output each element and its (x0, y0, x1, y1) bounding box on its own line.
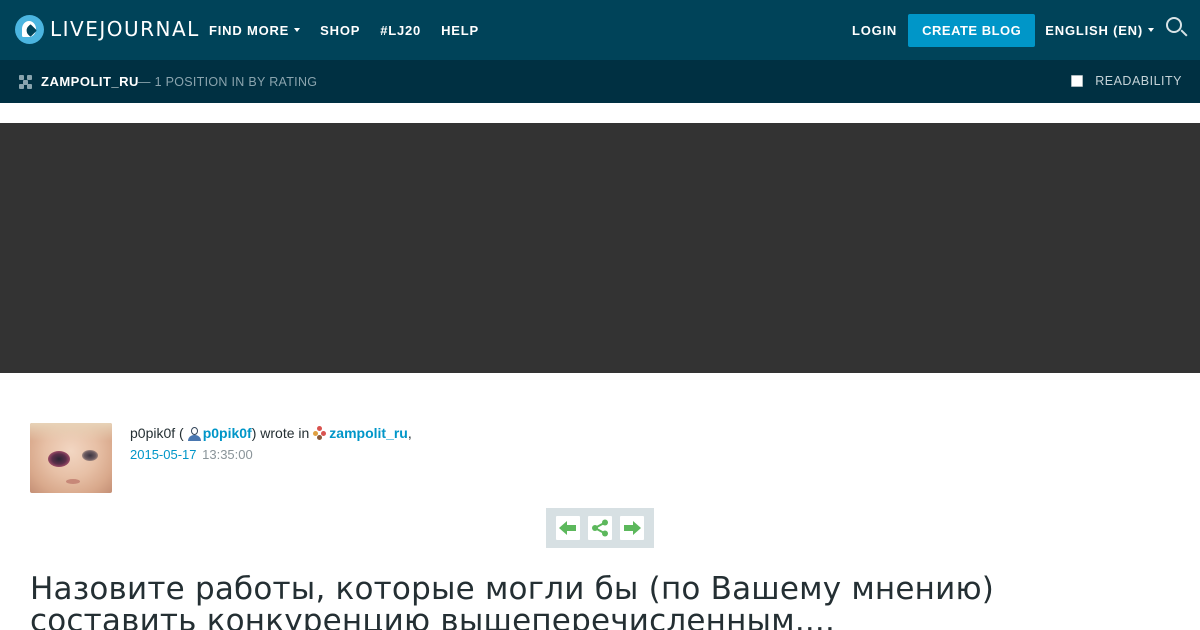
previous-entry-button[interactable] (556, 516, 580, 540)
create-blog-button[interactable]: CREATE BLOG (908, 13, 1036, 47)
nav-find-more-label: FIND MORE (209, 22, 290, 38)
post-time: 13:35:00 (202, 447, 253, 462)
community-link[interactable]: zampolit_ru (329, 425, 408, 441)
livejournal-logo-icon (15, 14, 44, 44)
entry-nav-buttons (546, 508, 654, 548)
nav-help[interactable]: HELP (441, 23, 479, 38)
caret-down-icon (1148, 28, 1154, 32)
readability-label: READABILITY (1095, 74, 1182, 88)
logo-text: LIVEJOURNAL (50, 17, 200, 41)
readability-toggle[interactable]: READABILITY (1071, 74, 1182, 88)
nav-help-label: HELP (441, 22, 479, 38)
nav-lj20-label: #LJ20 (380, 22, 422, 38)
user-icon[interactable] (187, 426, 201, 441)
community-user-icon[interactable] (313, 426, 327, 440)
next-entry-button[interactable] (620, 516, 644, 540)
author-username-link[interactable]: p0pik0f (203, 425, 252, 441)
author-display-name: p0pik0f ( (130, 425, 184, 441)
author-avatar[interactable] (30, 423, 112, 493)
language-selector[interactable]: ENGLISH (EN) (1045, 23, 1154, 38)
community-icon (19, 75, 35, 89)
post-datetime: 2015-05-17 13:35:00 (130, 447, 253, 462)
caret-down-icon (294, 28, 301, 32)
top-header: LIVEJOURNAL FIND MORE SHOP #LJ20 HELP LO… (0, 0, 1200, 60)
post-date-link[interactable]: 2015-05-17 (130, 447, 197, 462)
header-actions: LOGIN CREATE BLOG ENGLISH (EN) (852, 0, 1200, 60)
language-label: ENGLISH (EN) (1045, 22, 1143, 38)
search-icon[interactable] (1166, 17, 1188, 39)
share-icon (592, 519, 608, 537)
livejournal-logo[interactable]: LIVEJOURNAL (15, 14, 200, 44)
arrow-left-icon (559, 521, 576, 535)
nav-lj20[interactable]: #LJ20 (380, 23, 421, 38)
nav-shop-label: SHOP (320, 22, 361, 38)
arrow-right-icon (624, 521, 641, 535)
readability-checkbox[interactable] (1071, 75, 1084, 87)
banner-ad-area (0, 123, 1200, 373)
nav-shop[interactable]: SHOP (320, 23, 360, 38)
journal-name-link[interactable]: ZAMPOLIT_RU (41, 74, 139, 89)
post-author-line: p0pik0f ( p0pik0f ) wrote in zampolit_ru… (130, 425, 412, 441)
login-link[interactable]: LOGIN (852, 23, 897, 38)
comma-text: , (407, 425, 412, 441)
post-title: Назовите работы, которые могли бы (по Ва… (30, 571, 995, 630)
journal-rating: — 1 POSITION IN BY RATING (138, 75, 318, 89)
share-button[interactable] (588, 516, 612, 540)
nav-find-more[interactable]: FIND MORE (209, 22, 301, 38)
wrote-in-text: ) wrote in (251, 425, 310, 441)
main-nav: FIND MORE SHOP #LJ20 HELP (209, 0, 499, 60)
